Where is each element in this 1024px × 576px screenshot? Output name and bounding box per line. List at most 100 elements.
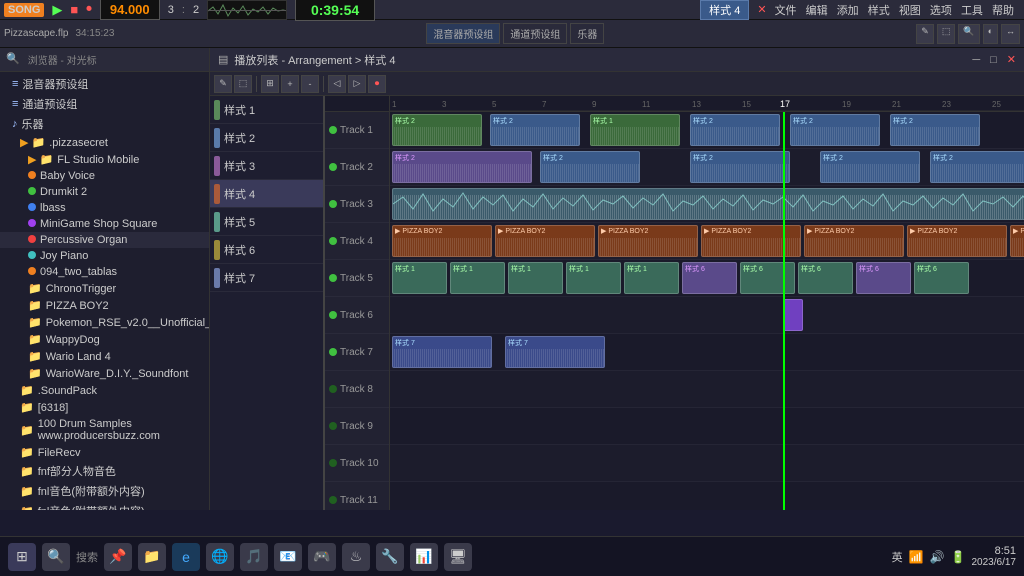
track-led-6[interactable] [329, 311, 337, 319]
taskbar-app3[interactable]: 🎮 [308, 543, 336, 571]
time-sig-den[interactable]: 2 [193, 4, 199, 16]
pattern-item-2[interactable]: 样式 2 [210, 124, 323, 152]
pattern-item-1[interactable]: 样式 1 [210, 96, 323, 124]
clip-t7-1[interactable]: 样式 7 [392, 336, 492, 368]
track-led-4[interactable] [329, 237, 337, 245]
clip-t1-3[interactable]: 样式 1 [590, 114, 680, 146]
taskbar-file-mgr[interactable]: 📁 [138, 543, 166, 571]
track-row-4[interactable]: ▶ PIZZA BOY2 ▶ PIZZA BOY2 ▶ PIZZA BOY2 [390, 223, 1024, 260]
sidebar-item-instruments[interactable]: ♪ 乐器 [0, 114, 209, 134]
transport-stop[interactable]: ■ [70, 2, 78, 17]
sidebar-item-tablas[interactable]: 094_two_tablas [0, 264, 209, 280]
toolbar-select[interactable]: ⬚ [937, 24, 956, 44]
sidebar-item-6318[interactable]: 📁 [6318] [0, 399, 209, 416]
transport-play[interactable]: ▶ [52, 2, 62, 18]
toolbar-slip[interactable]: ↔ [1001, 24, 1020, 44]
sidebar-item-pokemon[interactable]: 📁 Pokemon_RSE_v2.0__Unofficial_Update_ [0, 314, 209, 331]
track-row-5[interactable]: 样式 1 样式 1 样式 1 样式 1 样式 1 [390, 260, 1024, 297]
clip-t5-10[interactable]: 样式 6 [914, 262, 969, 294]
track-led-7[interactable] [329, 348, 337, 356]
track-row-6[interactable] [390, 297, 1024, 334]
taskbar-app2[interactable]: 📧 [274, 543, 302, 571]
pattern-item-3[interactable]: 样式 3 [210, 152, 323, 180]
pattern-item-6[interactable]: 样式 6 [210, 236, 323, 264]
menu-item-options[interactable]: 选项 [930, 5, 952, 17]
track-led-3[interactable] [329, 200, 337, 208]
menu-item-help[interactable]: 帮助 [992, 5, 1014, 17]
tab-mixer[interactable]: 混音器预设组 [426, 23, 500, 44]
time-sig-num[interactable]: 3 [168, 4, 174, 16]
clip-t2-3[interactable]: 样式 2 [690, 151, 790, 183]
clip-t2-1[interactable]: 样式 2 [392, 151, 532, 183]
sidebar-item-warioware[interactable]: 📁 WarioWare_D.I.Y._Soundfont [0, 365, 209, 382]
pt-snap[interactable]: ⊞ [261, 75, 279, 93]
taskbar-app1[interactable]: 🎵 [240, 543, 268, 571]
clip-t4-2[interactable]: ▶ PIZZA BOY2 [495, 225, 595, 257]
sidebar-item-drumkit2[interactable]: Drumkit 2 [0, 184, 209, 200]
sidebar-item-babyvoice[interactable]: Baby Voice [0, 168, 209, 184]
pt-zoom-in[interactable]: + [281, 75, 299, 93]
clip-t5-4[interactable]: 样式 1 [566, 262, 621, 294]
toolbar-mute[interactable]: ◐ [983, 24, 998, 44]
toolbar-draw[interactable]: ✎ [916, 24, 934, 44]
clip-t4-3[interactable]: ▶ PIZZA BOY2 [598, 225, 698, 257]
clip-t7-2[interactable]: 样式 7 [505, 336, 605, 368]
start-button[interactable]: ⊞ [8, 543, 36, 571]
taskbar-volume-icon[interactable]: 🔊 [930, 550, 945, 564]
track-row-10[interactable] [390, 445, 1024, 482]
tab-instruments[interactable]: 乐器 [570, 23, 604, 44]
pt-select[interactable]: ⬚ [234, 75, 252, 93]
sidebar-item-100drum[interactable]: 📁 100 Drum Samples www.producersbuzz.com [0, 416, 209, 444]
sidebar-item-percussive-organ[interactable]: Percussive Organ [0, 232, 209, 248]
taskbar-edge[interactable]: e [172, 543, 200, 571]
clip-t1-2[interactable]: 样式 2 [490, 114, 580, 146]
clip-t4-5[interactable]: ▶ PIZZA BOY2 [804, 225, 904, 257]
sidebar-item-filerecv[interactable]: 📁 FileRecv [0, 444, 209, 461]
pt-forward[interactable]: ▷ [348, 75, 366, 93]
clip-t6-1[interactable] [783, 299, 803, 331]
clip-t5-3[interactable]: 样式 1 [508, 262, 563, 294]
track-row-9[interactable] [390, 408, 1024, 445]
track-led-9[interactable] [329, 422, 337, 430]
sidebar-item-wappydog[interactable]: 📁 WappyDog [0, 331, 209, 348]
clip-t5-1[interactable]: 样式 1 [392, 262, 447, 294]
clip-t1-5[interactable]: 样式 2 [790, 114, 880, 146]
menu-item-file[interactable]: 文件 [775, 5, 797, 17]
sidebar-item-channel[interactable]: ≡ 通道预设组 [0, 94, 209, 114]
track-led-11[interactable] [329, 496, 337, 504]
menu-item-edit[interactable]: 编辑 [806, 5, 828, 17]
taskbar-lang[interactable]: 英 [892, 549, 903, 565]
sidebar-item-flmobile[interactable]: ▶ 📁 FL Studio Mobile [0, 151, 209, 168]
track-led-8[interactable] [329, 385, 337, 393]
playlist-close[interactable]: ✕ [1007, 53, 1016, 66]
timeline-ruler[interactable]: 1 3 5 7 9 11 13 15 17 19 21 23 25 27 [390, 96, 1024, 112]
pattern-item-5[interactable]: 样式 5 [210, 208, 323, 236]
clip-t5-7[interactable]: 样式 6 [740, 262, 795, 294]
clip-t5-2[interactable]: 样式 1 [450, 262, 505, 294]
sidebar-item-wario-land[interactable]: 📁 Wario Land 4 [0, 348, 209, 365]
toolbar-zoom[interactable]: 🔍 [958, 24, 979, 44]
taskbar-pin1[interactable]: 📌 [104, 543, 132, 571]
taskbar-app5[interactable]: 📊 [410, 543, 438, 571]
pt-zoom-out[interactable]: - [301, 75, 319, 93]
track-row-7[interactable]: 样式 7 样式 7 [390, 334, 1024, 371]
menu-file[interactable]: ✕ [757, 3, 766, 16]
bpm-display[interactable]: 94.000 [100, 0, 160, 20]
sidebar-item-chronotrigger[interactable]: 📁 ChronoTrigger [0, 280, 209, 297]
taskbar-app6[interactable]: 🖥 [444, 543, 472, 571]
clip-t1-6[interactable]: 样式 2 [890, 114, 980, 146]
playlist-minimize[interactable]: ─ [972, 54, 980, 66]
clip-t4-4[interactable]: ▶ PIZZA BOY2 [701, 225, 801, 257]
sidebar-item-joypiano[interactable]: Joy Piano [0, 248, 209, 264]
sidebar-item-mixer[interactable]: ≡ 混音器预设组 [0, 74, 209, 94]
clip-t2-4[interactable]: 样式 2 [820, 151, 920, 183]
clip-t5-8[interactable]: 样式 6 [798, 262, 853, 294]
clip-t5-9[interactable]: 样式 6 [856, 262, 911, 294]
track-led-2[interactable] [329, 163, 337, 171]
track-row-2[interactable]: 样式 2 样式 2 样式 2 样式 2 [390, 149, 1024, 186]
track-row-1[interactable]: 样式 2 样式 2 样式 1 样式 2 [390, 112, 1024, 149]
taskbar-steam[interactable]: ♨ [342, 543, 370, 571]
clip-t4-1[interactable]: ▶ PIZZA BOY2 [392, 225, 492, 257]
sidebar-item-pizzaboy2[interactable]: 📁 PIZZA BOY2 [0, 297, 209, 314]
taskbar-search-label[interactable]: 搜索 [76, 549, 98, 565]
